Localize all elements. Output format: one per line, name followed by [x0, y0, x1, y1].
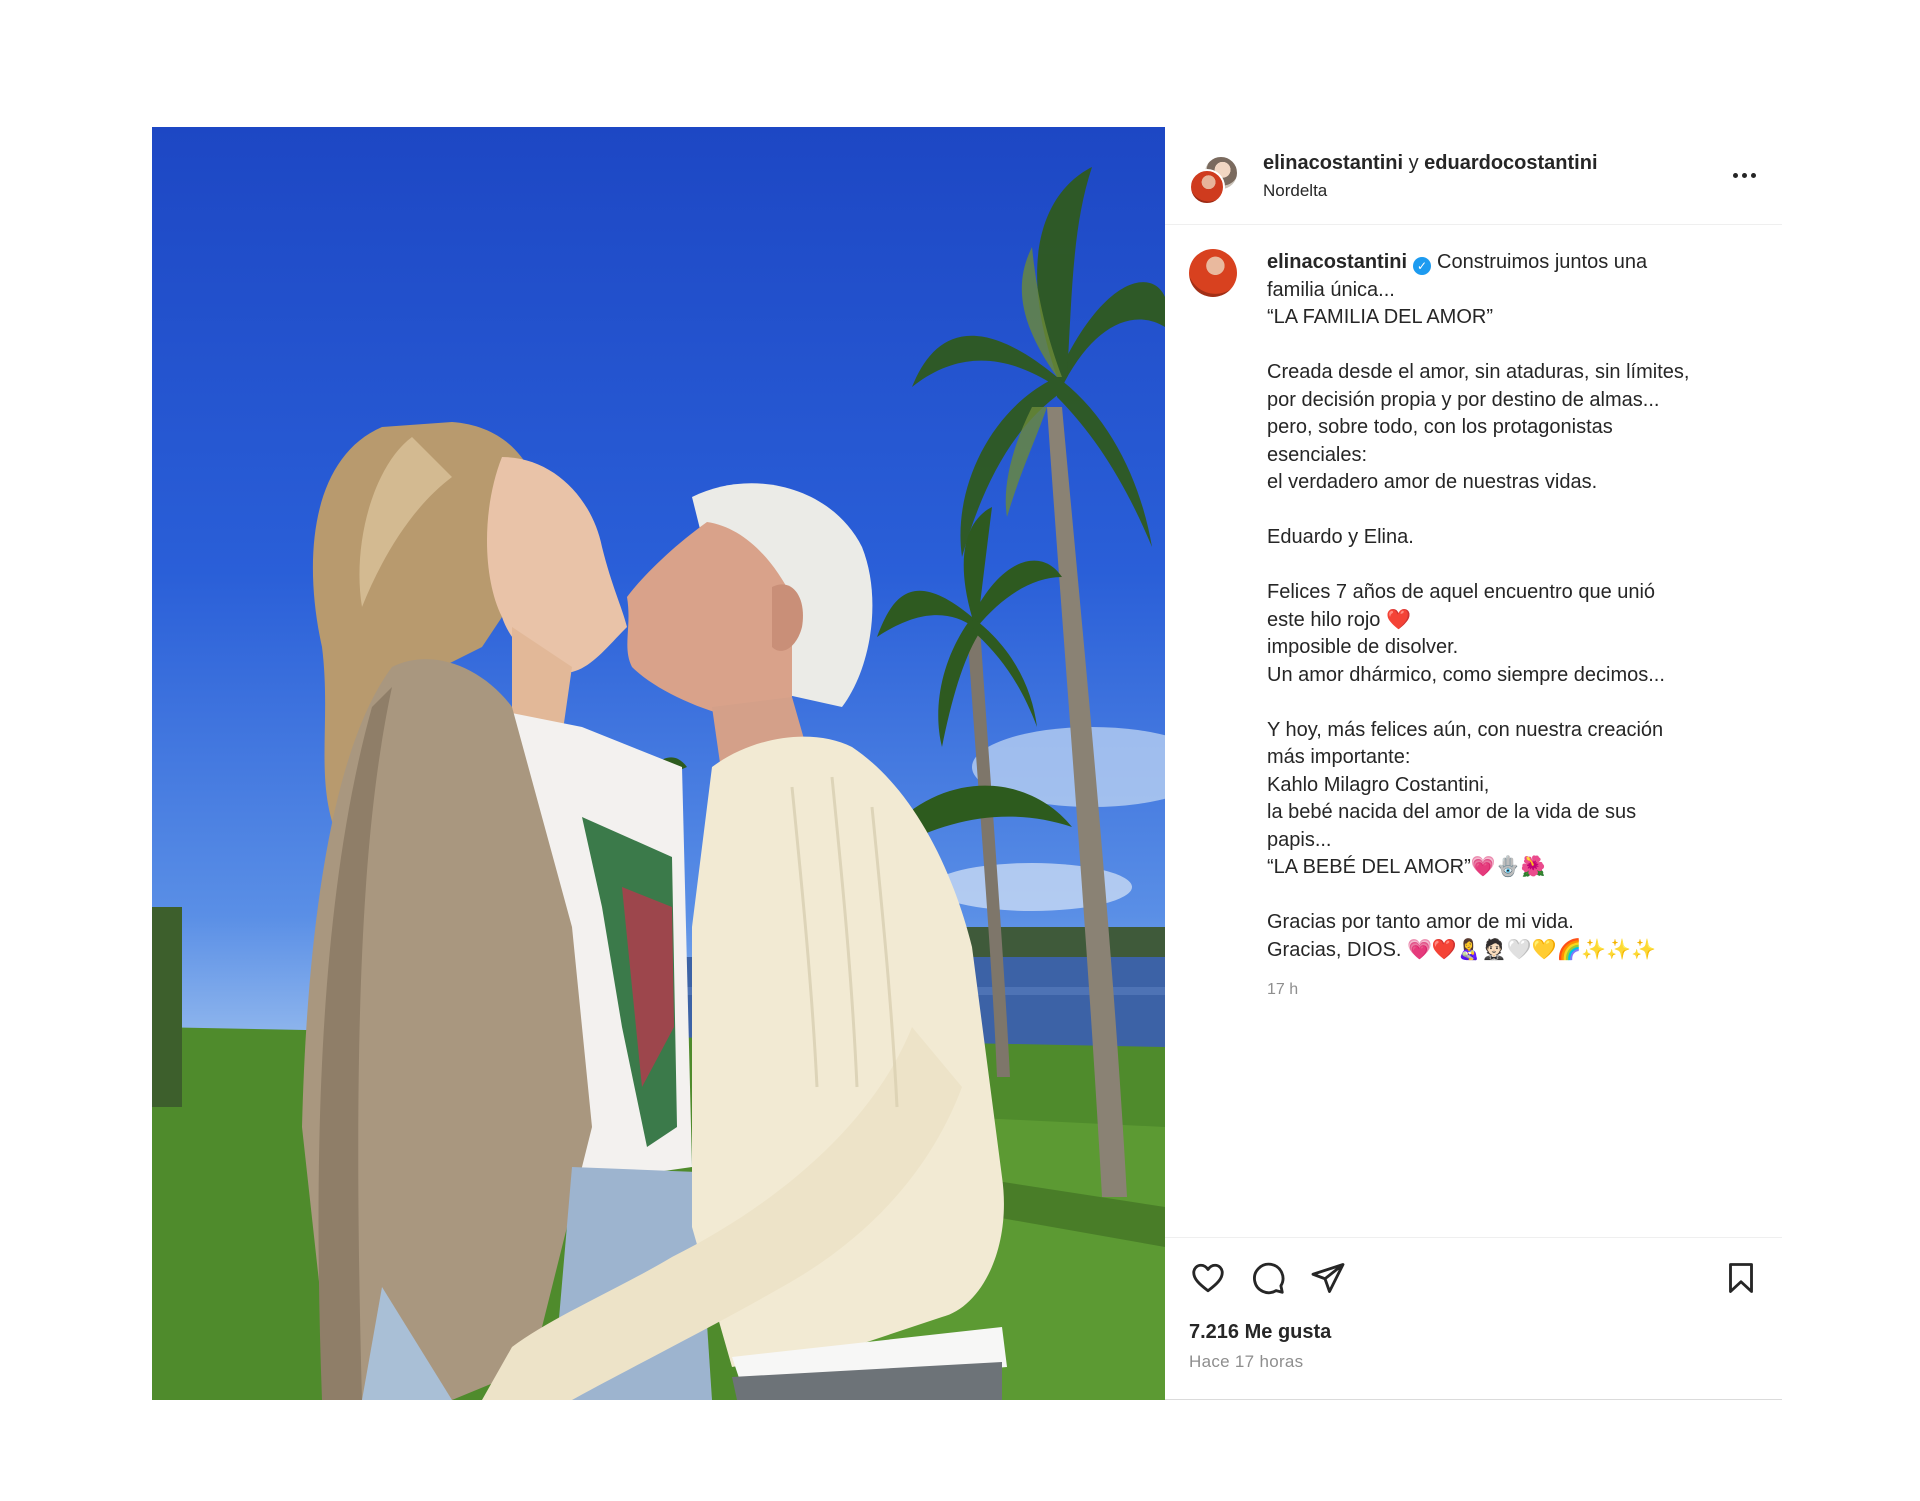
caption-line: papis... [1267, 828, 1332, 851]
more-dot-icon [1732, 172, 1738, 178]
more-dot-icon [1750, 172, 1756, 178]
caption-line: la bebé nacida del amor de la vida de su… [1267, 801, 1637, 823]
caption-line: Y hoy, más felices aún, con nuestra crea… [1267, 718, 1664, 741]
caption-line [1267, 882, 1689, 910]
more-options-button[interactable] [1728, 163, 1760, 187]
username-link[interactable]: elinacostantini [1263, 152, 1403, 174]
header-text: elinacostantini y eduardocostantini Nord… [1263, 151, 1598, 201]
heart-icon [1192, 1263, 1224, 1292]
post-header: elinacostantini y eduardocostantini Nord… [1165, 127, 1782, 225]
bookmark-icon [1729, 1262, 1753, 1293]
caption-line [1267, 689, 1689, 717]
caption-line [1267, 332, 1689, 360]
caption-line: este hilo rojo ❤️ [1267, 608, 1411, 631]
like-button[interactable] [1187, 1257, 1229, 1299]
caption-line: Gracias, DIOS. 💗❤️👩‍🍼🤵🏻🤍💛🌈✨✨✨ [1267, 938, 1657, 961]
caption-timestamp[interactable]: 17 h [1267, 976, 1689, 1004]
caption-line [1267, 497, 1689, 525]
caption-line: Gracias por tanto amor de mi vida. [1267, 911, 1574, 933]
caption-line: Un amor dhármico, como siempre decimos..… [1267, 663, 1665, 686]
caption-line: pero, sobre todo, con los protagonistas [1267, 416, 1613, 438]
caption-lines: familia única... “LA FAMILIA DEL AMOR” Cre… [1267, 277, 1689, 965]
caption-line: más importante: [1267, 746, 1411, 768]
more-dot-icon [1741, 172, 1747, 178]
caption-line: Kahlo Milagro Costantini, [1267, 773, 1490, 796]
collab-title: elinacostantini y eduardocostantini [1263, 151, 1598, 175]
avatar[interactable] [1189, 249, 1237, 297]
avatar[interactable] [1189, 168, 1225, 205]
comment-button[interactable] [1247, 1257, 1289, 1299]
caption-line [1267, 552, 1689, 580]
caption-line: “LA BEBÉ DEL AMOR”💗🪬🌺 [1267, 856, 1546, 878]
photo-illustration [152, 167, 1165, 1400]
caption-first-line: elinacostantini ✓ Construimos juntos una [1267, 249, 1689, 277]
location-link[interactable]: Nordelta [1263, 181, 1598, 201]
caption-line: Felices 7 años de aquel encuentro que un… [1267, 581, 1656, 603]
username-link[interactable]: eduardocostantini [1424, 152, 1597, 174]
caption-line: familia única... [1267, 278, 1395, 301]
caption-line: por decisión propia y por destino de alm… [1267, 388, 1660, 411]
verified-badge-icon: ✓ [1413, 257, 1432, 275]
caption: elinacostantini ✓ Construimos juntos una f… [1267, 249, 1689, 1237]
caption-username[interactable]: elinacostantini [1267, 251, 1407, 273]
instagram-post: elinacostantini y eduardocostantini Nord… [152, 127, 1782, 1400]
save-button[interactable] [1720, 1257, 1762, 1299]
share-button[interactable] [1307, 1257, 1349, 1299]
collab-avatars[interactable] [1189, 149, 1239, 205]
caption-line: “LA FAMILIA DEL AMOR” [1267, 306, 1493, 328]
post-photo[interactable] [152, 127, 1165, 1400]
caption-area: elinacostantini ✓ Construimos juntos una f… [1165, 225, 1782, 1237]
post-side-panel: elinacostantini y eduardocostantini Nord… [1165, 127, 1782, 1400]
comment-icon [1253, 1262, 1285, 1294]
connector-text: y [1403, 151, 1425, 174]
caption-line: imposible de disolver. [1267, 636, 1459, 658]
caption-line: Creada desde el amor, sin ataduras, sin … [1267, 361, 1690, 383]
caption-line: esenciales: [1267, 443, 1368, 466]
caption-line: Eduardo y Elina. [1267, 526, 1414, 548]
action-bar [1165, 1237, 1782, 1317]
caption-text: Construimos juntos una [1437, 251, 1648, 273]
caption-line: el verdadero amor de nuestras vidas. [1267, 471, 1598, 493]
send-icon [1311, 1262, 1345, 1293]
post-time: Hace 17 horas [1189, 1352, 1304, 1371]
likes-count[interactable]: 7.216 Me gusta [1165, 1317, 1782, 1347]
